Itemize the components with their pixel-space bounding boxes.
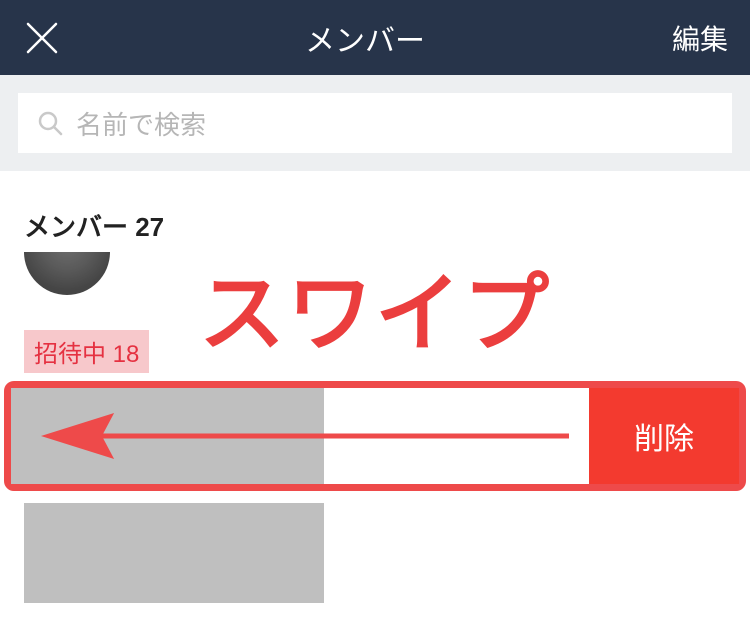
avatar: [24, 252, 110, 295]
swipe-row-highlight: 削除: [4, 381, 746, 491]
search-icon: [36, 109, 64, 137]
swipe-reveal-area: [324, 388, 589, 484]
list-item[interactable]: [24, 503, 324, 603]
invited-badge: 招待中 18: [24, 330, 149, 373]
app-header: メンバー 編集: [0, 0, 750, 75]
delete-button[interactable]: 削除: [589, 388, 739, 484]
close-icon: [25, 21, 59, 55]
members-count-label: メンバー 27: [0, 207, 750, 252]
search-placeholder: 名前で検索: [76, 105, 206, 142]
close-button[interactable]: [22, 18, 62, 58]
search-bar-container: 名前で検索: [0, 75, 750, 171]
members-section: メンバー 27 招待中 18 削除: [0, 171, 750, 603]
search-input[interactable]: 名前で検索: [18, 93, 732, 153]
edit-button[interactable]: 編集: [668, 18, 728, 58]
list-item[interactable]: [11, 388, 324, 484]
page-title: メンバー: [62, 16, 668, 60]
